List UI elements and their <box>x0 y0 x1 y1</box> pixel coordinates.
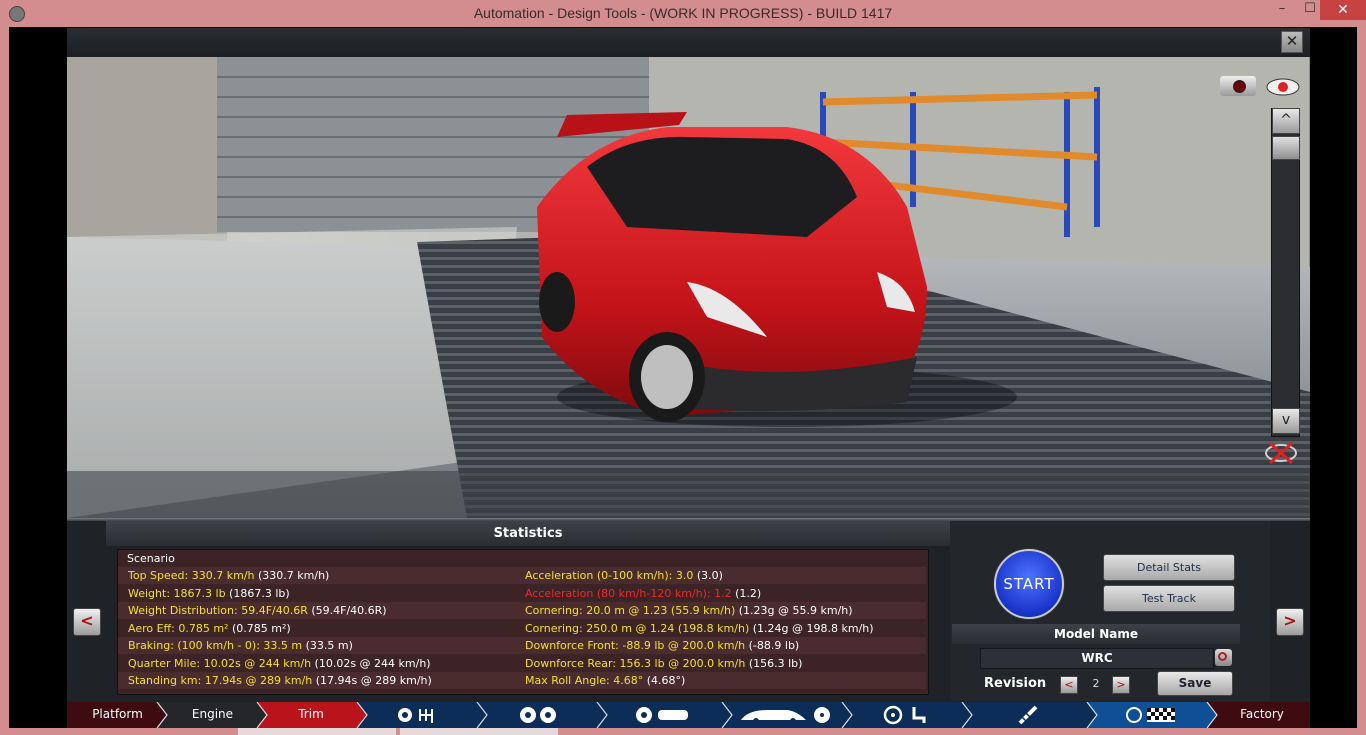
nav-interior-icon[interactable] <box>882 705 932 725</box>
nav-body-aero-icon[interactable] <box>738 704 834 726</box>
stat-row: Acceleration (0-100 km/h): 3.0 (3.0) <box>525 569 723 582</box>
refresh-icon[interactable] <box>1215 649 1232 666</box>
statistics-title: Statistics <box>106 521 950 546</box>
nav-gearbox-icon[interactable] <box>396 706 444 724</box>
nav-brakes-icon[interactable] <box>634 706 692 724</box>
nav-wheels-icon[interactable] <box>518 706 562 724</box>
stat-row: Standing km: 17.94s @ 289 km/h (17.94s @… <box>128 674 432 687</box>
model-name-field[interactable]: WRC <box>980 648 1214 669</box>
stat-value: Quarter Mile: 10.02s @ 244 km/h <box>128 656 312 670</box>
stat-value: Acceleration (0-100 km/h): 3.0 <box>525 569 694 582</box>
window-titlebar: Automation - Design Tools - (WORK IN PRO… <box>0 0 1366 27</box>
stat-row: Quarter Mile: 10.02s @ 244 km/h (10.02s … <box>128 657 431 670</box>
stat-value: Weight: 1867.3 lb <box>128 586 226 600</box>
nav-factory-tab[interactable]: Factory <box>1222 702 1302 728</box>
stat-value: Max Roll Angle: 4.68° <box>525 674 644 687</box>
stat-alt-value: (33.5 m) <box>302 639 353 652</box>
stat-row: Braking: (100 km/h - 0): 33.5 m (33.5 m) <box>128 639 353 652</box>
stat-value: Aero Eff: 0.785 m² <box>128 621 229 635</box>
stat-row: Downforce Front: -88.9 lb @ 200.0 km/h (… <box>525 639 799 652</box>
stat-alt-value: (1.23g @ 55.9 km/h) <box>735 604 853 617</box>
stat-alt-value: (59.4F/40.6R) <box>307 604 387 617</box>
taskbar-item[interactable] <box>238 728 396 735</box>
stat-alt-value: (4.68°) <box>643 674 686 687</box>
stat-alt-value: (10.02s @ 244 km/h) <box>311 656 431 670</box>
stats-next-button[interactable]: > <box>1276 608 1304 636</box>
window-title: Automation - Design Tools - (WORK IN PRO… <box>473 5 893 21</box>
nav-trim-tab[interactable]: Trim <box>280 702 342 728</box>
revision-label: Revision <box>984 676 1047 691</box>
stat-value: Top Speed: 330.7 km/h <box>128 569 255 582</box>
stat-alt-value: (1867.3 lb) <box>225 586 290 600</box>
camera-icon[interactable] <box>1220 76 1256 96</box>
window-frame-right <box>1357 27 1366 735</box>
zoom-up-button[interactable]: ^ <box>1272 108 1300 134</box>
stat-row: Top Speed: 330.7 km/h (330.7 km/h) <box>128 569 329 582</box>
car-3d-viewport[interactable] <box>67 57 1310 518</box>
stat-alt-value: (330.7 km/h) <box>254 569 330 582</box>
stat-value: Standing km: 17.94s @ 289 km/h <box>128 674 313 687</box>
detail-stats-button[interactable]: Detail Stats <box>1103 554 1235 581</box>
stat-row: Max Roll Angle: 4.68° (4.68°) <box>525 674 685 687</box>
zoom-scroll-thumb[interactable] <box>1272 136 1300 160</box>
window-frame-left <box>0 27 9 735</box>
stat-value: Acceleration (80 km/h-120 km/h): 1.2 <box>525 586 732 600</box>
taskbar-item[interactable] <box>400 728 558 735</box>
test-track-button[interactable]: Test Track <box>1103 585 1235 612</box>
revision-value: 2 <box>1092 677 1100 690</box>
start-button[interactable]: START <box>994 549 1064 619</box>
stat-row: Aero Eff: 0.785 m² (0.785 m²) <box>128 622 291 635</box>
maximize-button[interactable]: ☐ <box>1298 0 1322 20</box>
garage-scene-image <box>67 57 1310 518</box>
nav-testing-icon[interactable] <box>1125 706 1177 724</box>
save-button[interactable]: Save <box>1157 671 1233 696</box>
stat-alt-value: (3.0) <box>693 569 723 582</box>
window-close-button[interactable]: ✕ <box>1320 0 1366 20</box>
stat-value: Cornering: 250.0 m @ 1.24 (198.8 km/h) <box>525 621 750 635</box>
nav-platform-tab[interactable]: Platform <box>80 702 155 728</box>
stat-alt-value: (-88.9 lb) <box>745 639 800 652</box>
revision-prev-button[interactable]: < <box>1060 676 1078 694</box>
stat-value: Downforce Front: -88.9 lb @ 200.0 km/h <box>525 639 746 652</box>
stat-value: Downforce Rear: 156.3 lb @ 200.0 km/h <box>525 656 746 670</box>
stat-value: Cornering: 20.0 m @ 1.23 (55.9 km/h) <box>525 604 736 617</box>
stat-alt-value: (17.94s @ 289 km/h) <box>312 674 432 687</box>
scenario-label: Scenario <box>127 552 175 565</box>
nav-engine-tab[interactable]: Engine <box>180 702 245 728</box>
stat-alt-value: (0.785 m²) <box>228 621 291 635</box>
stat-alt-value: (1.24g @ 198.8 km/h) <box>749 621 874 635</box>
revision-next-button[interactable]: > <box>1112 676 1130 694</box>
viewport-header <box>67 28 1310 57</box>
zoom-down-button[interactable]: v <box>1272 408 1300 434</box>
stat-row: Cornering: 250.0 m @ 1.24 (198.8 km/h) (… <box>525 622 874 635</box>
eye-icon[interactable] <box>1265 77 1301 97</box>
nav-suspension-icon[interactable] <box>1016 705 1040 725</box>
viewport-close-button[interactable]: ✕ <box>1281 31 1303 53</box>
minimize-button[interactable]: – <box>1270 0 1294 20</box>
stat-row: Cornering: 20.0 m @ 1.23 (55.9 km/h) (1.… <box>525 604 853 617</box>
stat-value: Weight Distribution: 59.4F/40.6R <box>128 604 308 617</box>
stat-value: Braking: (100 km/h - 0): 33.5 m <box>128 639 303 652</box>
hide-view-icon[interactable] <box>1264 440 1298 466</box>
model-name-label: Model Name <box>952 624 1240 644</box>
stat-row: Weight Distribution: 59.4F/40.6R (59.4F/… <box>128 604 387 617</box>
stat-alt-value: (156.3 lb) <box>745 656 803 670</box>
stats-prev-button[interactable]: < <box>73 608 101 636</box>
stat-row: Downforce Rear: 156.3 lb @ 200.0 km/h (1… <box>525 657 802 670</box>
stat-row: Acceleration (80 km/h-120 km/h): 1.2 (1.… <box>525 587 761 600</box>
stat-row: Weight: 1867.3 lb (1867.3 lb) <box>128 587 290 600</box>
window-frame-bottom <box>0 728 1366 735</box>
stat-alt-value: (1.2) <box>731 586 762 600</box>
